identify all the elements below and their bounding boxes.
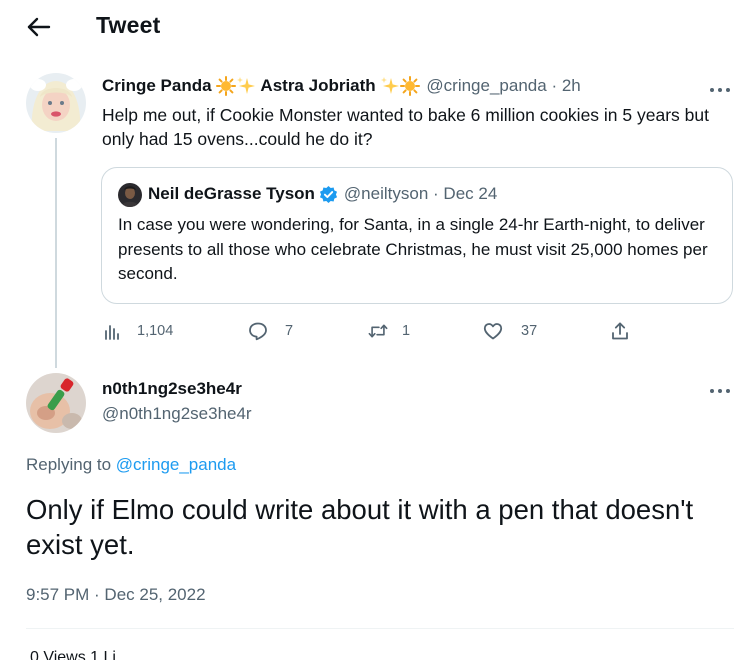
analytics-icon [105,325,119,340]
reply-author-name[interactable]: n0th1ng2se3he4r [102,379,242,399]
retweet-count: 1 [402,323,411,339]
retweet-icon [368,324,388,338]
tweet-page: Tweet Cringe Panda Astra Jobriath @cring… [0,0,755,660]
more-options-button[interactable] [708,383,732,393]
quoted-tweet-text: In case you were wondering, for Santa, i… [118,215,708,283]
tweet-meta: @cringe_panda · 2h [426,76,580,96]
heart-icon [483,323,503,340]
arrow-left-icon [27,17,51,37]
page-title: Tweet [96,12,161,38]
share-icon [612,322,628,340]
more-horizontal-icon [710,389,730,393]
quoted-tweet-card[interactable]: Neil deGrasse Tyson @neiltyson · Dec 24 … [101,167,733,304]
tweet-stats-row[interactable]: 0 Views 1 Li [30,649,116,660]
quoted-tweet-meta: @neiltyson · Dec 24 [344,184,497,204]
more-options-button[interactable] [708,82,732,92]
parent-tweet-header: Cringe Panda Astra Jobriath @cringe_pand… [102,75,581,97]
meta-separator: · [433,184,439,203]
avatar [118,183,142,207]
avatar-image [26,73,86,133]
views-count: 1,104 [137,323,174,339]
author-name-part2: Astra Jobriath [260,75,376,95]
avatar[interactable] [26,73,86,133]
tweet-action-bar: 1,104 7 1 37 [102,318,732,344]
replying-to-label: Replying to [26,455,112,474]
share-button[interactable] [610,318,630,344]
tweet-text: Help me out, if Cookie Monster wanted to… [102,105,709,149]
quoted-tweet-date: Dec 24 [443,184,498,203]
avatar-image [118,183,142,207]
author-name-part1: Cringe Panda [102,75,212,95]
quoted-author-handle: @neiltyson [343,184,429,203]
author-handle[interactable]: @cringe_panda [426,76,546,95]
quoted-author-name: Neil deGrasse Tyson [148,184,315,203]
author-name[interactable]: Cringe Panda Astra Jobriath [102,75,421,97]
divider [26,628,734,629]
sun-emoji [216,76,237,97]
views-button[interactable]: 1,104 [102,318,173,344]
thread-connector [55,138,57,368]
reply-count: 7 [285,323,294,339]
replying-to-line: Replying to @cringe_panda [26,455,236,475]
reply-author-handle[interactable]: @n0th1ng2se3he4r [102,404,252,424]
reply-text: Only if Elmo could write about it with a… [26,494,694,560]
like-count: 37 [521,323,538,339]
quoted-tweet-header: Neil deGrasse Tyson @neiltyson · Dec 24 [148,184,497,204]
more-horizontal-icon [710,88,730,92]
avatar[interactable] [26,373,86,433]
sparkles-emoji [381,77,400,95]
verified-badge-icon [319,185,337,203]
page-header: Tweet [0,0,755,56]
replying-to-handle-link[interactable]: @cringe_panda [116,455,236,474]
reply-timestamp[interactable]: 9:57 PM · Dec 25, 2022 [26,585,206,605]
avatar-image [26,373,86,433]
sun-emoji [400,76,421,97]
meta-separator: · [551,76,558,95]
sparkles-emoji [237,77,256,95]
retweet-button[interactable]: 1 [368,318,410,344]
back-button[interactable] [24,14,54,40]
tweet-time[interactable]: 2h [562,76,581,95]
like-button[interactable]: 37 [483,318,537,344]
reply-button[interactable]: 7 [248,318,293,344]
reply-icon [249,322,267,341]
